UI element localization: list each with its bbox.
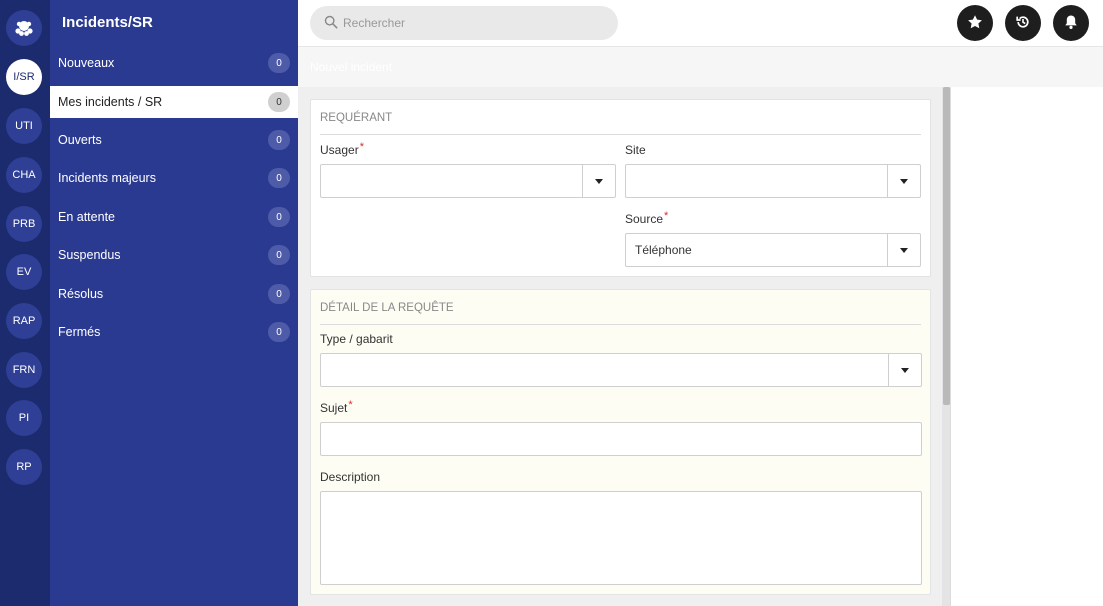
count-badge: 0: [268, 284, 290, 304]
caret-down-icon: [901, 367, 909, 373]
rail-item-prb[interactable]: PRB: [6, 206, 42, 242]
sidebar-item-en-attente[interactable]: En attente 0: [50, 201, 298, 233]
rail-item-rp[interactable]: RP: [6, 449, 42, 485]
caret-down-icon: [900, 247, 908, 253]
sidebar-item-label: Fermés: [58, 325, 101, 339]
sidebar-item-ouverts[interactable]: Ouverts 0: [50, 124, 298, 156]
required-marker: *: [664, 210, 669, 222]
rail-item-uti[interactable]: UTI: [6, 108, 42, 144]
rail-item-pi[interactable]: PI: [6, 400, 42, 436]
star-icon: [967, 14, 983, 33]
sujet-label: Sujet*: [320, 399, 353, 415]
rail-item-ev[interactable]: EV: [6, 254, 42, 290]
type-gabarit-select[interactable]: [320, 353, 922, 387]
count-badge: 0: [268, 207, 290, 227]
scrollbar-thumb[interactable]: [943, 87, 950, 405]
rail-item-frn[interactable]: FRN: [6, 352, 42, 388]
description-label: Description: [320, 470, 381, 484]
type-gabarit-label: Type / gabarit: [320, 332, 393, 346]
usager-label: Usager*: [320, 141, 364, 157]
usager-select[interactable]: [320, 164, 616, 198]
count-badge: 0: [268, 245, 290, 265]
sidebar-item-label: En attente: [58, 210, 115, 224]
required-marker: *: [359, 141, 364, 153]
divider: [320, 134, 921, 135]
sidebar-item-label: Nouveaux: [58, 56, 115, 70]
divider: [320, 324, 921, 325]
source-label: Source*: [625, 210, 669, 226]
type-gabarit-dropdown-button[interactable]: [888, 354, 921, 386]
sidebar-item-label: Résolus: [58, 287, 104, 301]
count-badge: 0: [268, 92, 290, 112]
rail-item-isr[interactable]: I/SR: [6, 59, 42, 95]
caret-down-icon: [595, 178, 603, 184]
octopus-logo-icon[interactable]: [6, 10, 42, 46]
site-select[interactable]: [625, 164, 921, 198]
notifications-button[interactable]: [1053, 5, 1089, 41]
sidebar-title: Incidents/SR: [62, 14, 153, 31]
history-button[interactable]: [1005, 5, 1041, 41]
count-badge: 0: [268, 168, 290, 188]
sidebar-item-fermes[interactable]: Fermés 0: [50, 316, 298, 348]
sidebar-item-label: Incidents majeurs: [58, 171, 156, 185]
description-textarea[interactable]: [320, 491, 922, 585]
count-badge: 0: [268, 322, 290, 342]
bell-icon: [1063, 14, 1079, 33]
sidebar-item-resolus[interactable]: Résolus 0: [50, 278, 298, 310]
sidebar-item-nouveaux[interactable]: Nouveaux 0: [50, 47, 298, 79]
sidebar-item-suspendus[interactable]: Suspendus 0: [50, 239, 298, 271]
favorites-button[interactable]: [957, 5, 993, 41]
sidebar-item-label: Mes incidents / SR: [58, 95, 163, 109]
count-badge: 0: [268, 53, 290, 73]
section-title: Détail de la requête: [320, 302, 454, 314]
usager-label-text: Usager: [320, 143, 359, 157]
icon-rail: I/SR UTI CHA PRB EV RAP FRN PI RP: [0, 0, 50, 606]
usager-dropdown-button[interactable]: [582, 165, 615, 197]
section-title: Requérant: [320, 112, 393, 124]
sujet-input[interactable]: [320, 422, 922, 456]
source-select[interactable]: Téléphone: [625, 233, 921, 267]
required-marker: *: [348, 399, 353, 411]
search-icon: [324, 15, 338, 32]
scrollbar[interactable]: [942, 87, 951, 606]
sidebar-item-label: Suspendus: [58, 248, 121, 262]
sidebar-item-incidents-majeurs[interactable]: Incidents majeurs 0: [50, 162, 298, 194]
count-badge: 0: [268, 130, 290, 150]
search-input[interactable]: [343, 16, 603, 30]
site-label: Site: [625, 143, 646, 157]
page-title: Nouvel incident: [310, 60, 393, 74]
search-box[interactable]: [310, 6, 618, 40]
page-header: Nouvel incident: [298, 47, 1103, 87]
history-icon: [1015, 14, 1031, 33]
sidebar: Incidents/SR Nouveaux 0 Mes incidents / …: [50, 0, 298, 606]
source-label-text: Source: [625, 212, 664, 226]
caret-down-icon: [900, 178, 908, 184]
right-pane: [951, 87, 1103, 606]
sidebar-item-label: Ouverts: [58, 133, 102, 147]
rail-item-rap[interactable]: RAP: [6, 303, 42, 339]
sujet-label-text: Sujet: [320, 401, 348, 415]
sidebar-item-mes-incidents[interactable]: Mes incidents / SR 0: [50, 86, 298, 118]
source-dropdown-button[interactable]: [887, 234, 920, 266]
rail-item-cha[interactable]: CHA: [6, 157, 42, 193]
site-dropdown-button[interactable]: [887, 165, 920, 197]
source-value: Téléphone: [635, 243, 692, 257]
top-bar: [298, 0, 1103, 47]
